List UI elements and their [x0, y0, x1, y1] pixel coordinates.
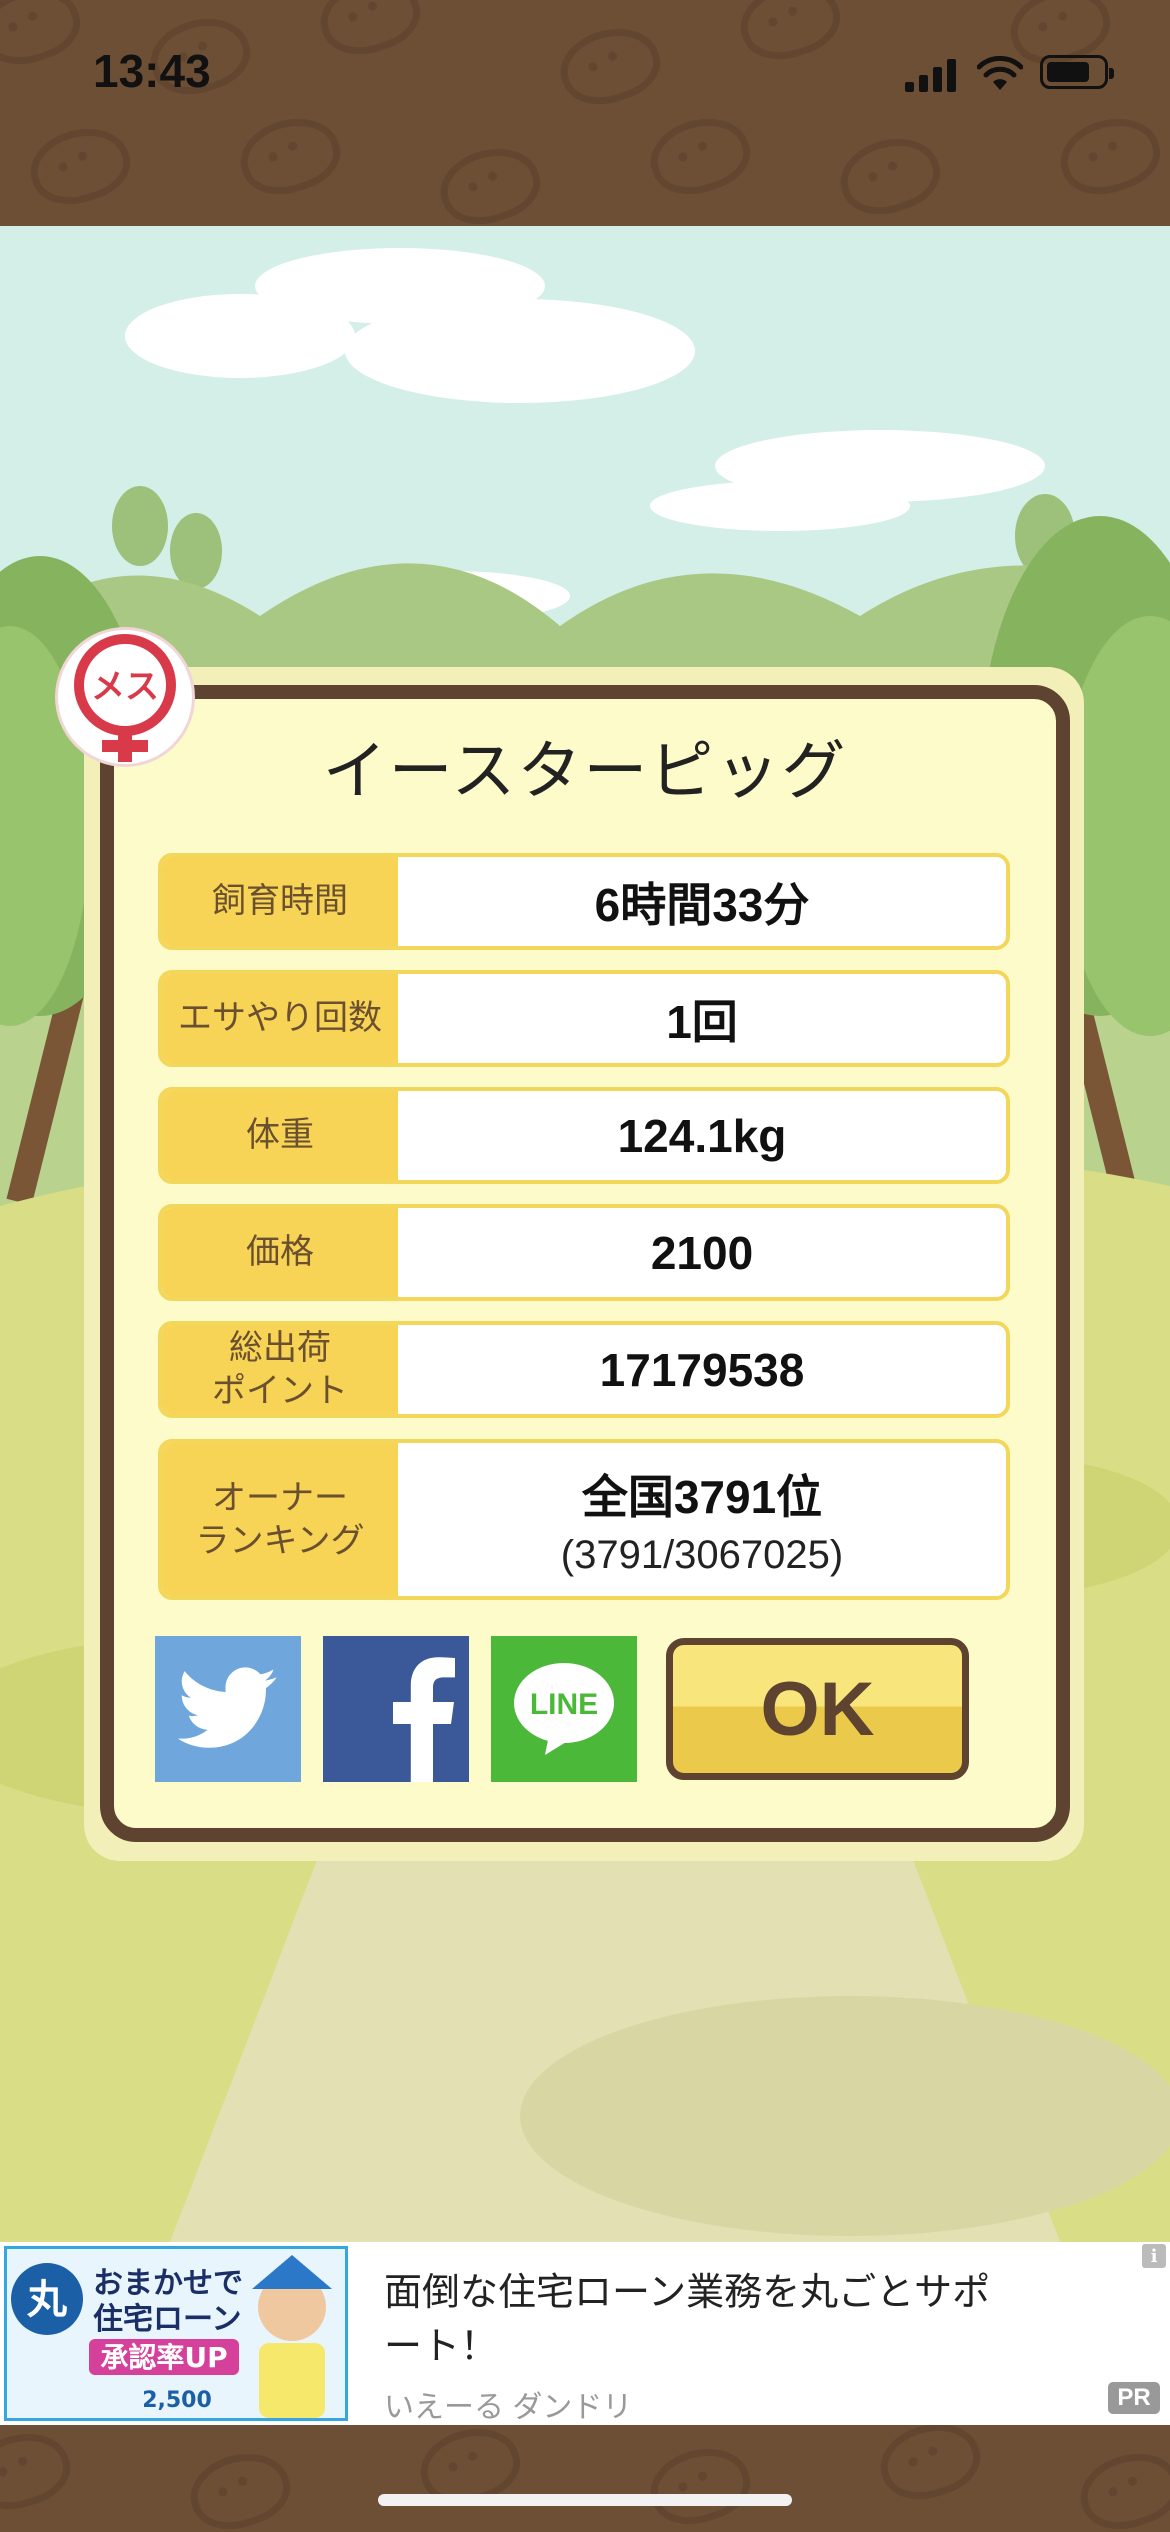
stat-label: 体重: [162, 1091, 398, 1180]
wifi-icon: [977, 56, 1023, 90]
dialog-title: イースターピッグ: [322, 735, 848, 807]
facebook-f-icon: [393, 1657, 455, 1782]
stat-row-feeding-time: 飼育時間 6時間33分: [158, 853, 1010, 950]
ad-image-count: 2,500: [142, 2388, 212, 2413]
ad-banner[interactable]: 丸 おまかせで 住宅ローン 承認率UP 2,500 面倒な住宅ローン業務を丸ごと…: [0, 2242, 1170, 2425]
ad-info-icon[interactable]: i: [1142, 2244, 1166, 2268]
stat-row-price: 価格 2100: [158, 1204, 1010, 1301]
ad-image-line2: 住宅ローン: [93, 2302, 242, 2337]
ad-source: いえーる ダンドリ: [384, 2391, 633, 2424]
bottom-band: [0, 2425, 1170, 2532]
female-badge-label: メス: [91, 667, 159, 707]
stat-label: 飼育時間: [162, 857, 398, 946]
twitter-bird-icon: [178, 1667, 277, 1748]
line-label: LINE: [530, 1688, 598, 1721]
stat-row-feed-count: エサやり回数 1回: [158, 970, 1010, 1067]
stat-subvalue: (3791/3067025): [560, 1533, 844, 1577]
status-time: 13:43: [93, 45, 211, 97]
cellular-signal-icon: [905, 58, 957, 92]
stat-value: 6時間33分: [594, 878, 810, 931]
twitter-share-button[interactable]: [155, 1636, 301, 1782]
stat-label: 総出荷 ポイント: [162, 1325, 398, 1414]
stat-row-total-shipping-points: 総出荷 ポイント 17179538: [158, 1321, 1010, 1418]
stat-value: 2100: [650, 1226, 754, 1279]
stat-label: オーナー ランキング: [162, 1443, 398, 1596]
battery-icon: [1040, 55, 1114, 89]
ad-image-line1: おまかせで: [93, 2266, 243, 2301]
ad-pr-badge: PR: [1108, 2382, 1160, 2414]
ad-image-line3: 承認率UP: [100, 2341, 227, 2374]
stat-value: 1回: [666, 995, 738, 1048]
status-bar: 13:43: [0, 0, 1170, 226]
line-speech-bubble-icon: LINE: [514, 1663, 614, 1755]
svg-text:丸: 丸: [26, 2277, 67, 2323]
stat-value: 17179538: [599, 1343, 805, 1396]
line-share-button[interactable]: LINE: [491, 1636, 637, 1782]
ad-image[interactable]: 丸 おまかせで 住宅ローン 承認率UP 2,500: [4, 2246, 348, 2421]
facebook-share-button[interactable]: [323, 1636, 469, 1782]
stat-value: 124.1kg: [617, 1109, 787, 1162]
home-indicator[interactable]: [378, 2494, 792, 2506]
ok-button[interactable]: OK: [666, 1638, 969, 1780]
stat-value: 全国3791位: [581, 1471, 823, 1523]
ad-image-graphic: 丸 おまかせで 住宅ローン 承認率UP 2,500: [7, 2249, 345, 2418]
stat-label: 価格: [162, 1208, 398, 1297]
ad-title[interactable]: 面倒な住宅ローン業務を丸ごとサポート！: [384, 2266, 1024, 2374]
stat-label: エサやり回数: [162, 974, 398, 1063]
stat-row-owner-ranking: オーナー ランキング 全国3791位 (3791/3067025): [158, 1439, 1010, 1600]
stat-row-weight: 体重 124.1kg: [158, 1087, 1010, 1184]
